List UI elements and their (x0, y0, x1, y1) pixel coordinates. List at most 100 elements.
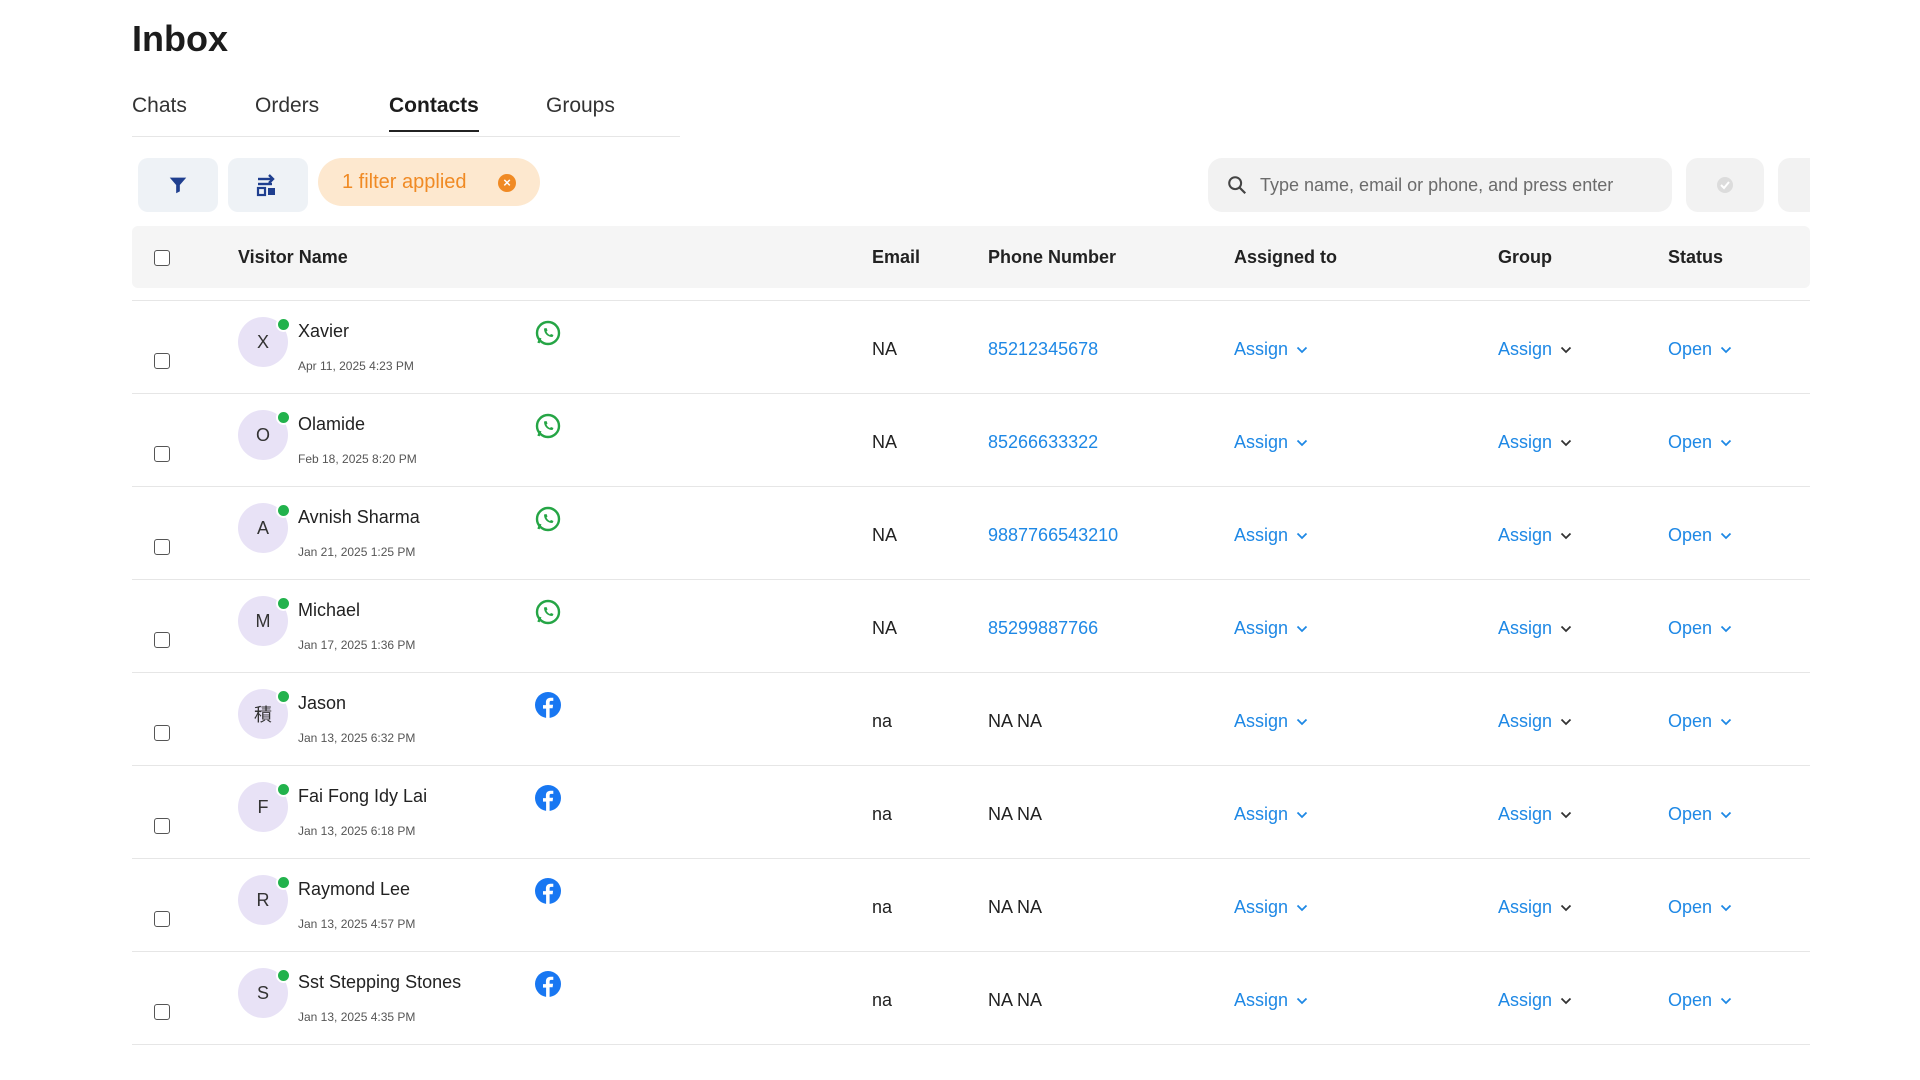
visitor-name[interactable]: Jason (298, 693, 346, 714)
filter-button[interactable] (138, 158, 218, 212)
filter-icon (169, 177, 187, 194)
facebook-icon[interactable] (534, 970, 562, 998)
row-checkbox[interactable] (154, 725, 170, 741)
assign-group-label: Assign (1498, 711, 1553, 731)
phone-value: NA NA (988, 711, 1043, 731)
table-row[interactable]: 積 Jason Jan 13, 2025 6:32 PM na NA NA Assign A… (132, 673, 1810, 766)
assign-agent-dropdown[interactable]: Assign (1234, 897, 1308, 918)
table-row[interactable]: S Sst Stepping Stones Jan 13, 2025 4:35 PM… (132, 952, 1810, 1045)
visitor-name[interactable]: Fai Fong Idy Lai (298, 786, 427, 807)
tab-contacts[interactable]: Contacts (389, 94, 479, 132)
chevron-down-icon (1560, 718, 1572, 725)
assign-agent-dropdown[interactable]: Assign (1234, 618, 1308, 639)
visitor-name[interactable]: Raymond Lee (298, 879, 410, 900)
table-row[interactable]: F Fai Fong Idy Lai Jan 13, 2025 6:18 PM na N… (132, 766, 1810, 859)
status-dropdown[interactable]: Open (1668, 339, 1732, 360)
contacts-table: Visitor Name Email Phone Number Assigned… (132, 226, 1810, 1045)
visitor-name[interactable]: Sst Stepping Stones (298, 972, 461, 993)
sort-icon (256, 174, 275, 197)
status-dropdown[interactable]: Open (1668, 897, 1732, 918)
row-checkbox[interactable] (154, 353, 170, 369)
status-dropdown[interactable]: Open (1668, 432, 1732, 453)
chevron-down-icon (1560, 346, 1572, 353)
email-value: NA (872, 432, 898, 452)
assign-agent-label: Assign (1234, 711, 1289, 731)
assign-group-dropdown[interactable]: Assign (1498, 432, 1572, 453)
filter-applied-chip[interactable]: 1 filter applied × (318, 158, 540, 206)
more-actions-button[interactable] (1778, 158, 1810, 212)
assign-agent-dropdown[interactable]: Assign (1234, 711, 1308, 732)
visitor-name[interactable]: Avnish Sharma (298, 507, 420, 528)
facebook-icon[interactable] (534, 784, 562, 812)
whatsapp-icon[interactable] (534, 505, 562, 533)
chevron-down-icon (1296, 439, 1308, 446)
assign-group-dropdown[interactable]: Assign (1498, 990, 1572, 1011)
tab-groups[interactable]: Groups (546, 94, 615, 130)
mark-read-button[interactable] (1686, 158, 1764, 212)
visitor-name[interactable]: Michael (298, 600, 360, 621)
chevron-down-icon (1560, 997, 1572, 1004)
status-dropdown[interactable]: Open (1668, 990, 1732, 1011)
status-dropdown[interactable]: Open (1668, 525, 1732, 546)
status-label: Open (1668, 618, 1713, 638)
row-checkbox[interactable] (154, 632, 170, 648)
assign-agent-dropdown[interactable]: Assign (1234, 990, 1308, 1011)
phone-value[interactable]: 85299887766 (988, 618, 1098, 639)
assign-group-dropdown[interactable]: Assign (1498, 711, 1572, 732)
row-checkbox[interactable] (154, 1004, 170, 1020)
row-checkbox[interactable] (154, 911, 170, 927)
sort-button[interactable] (228, 158, 308, 212)
assign-group-dropdown[interactable]: Assign (1498, 804, 1572, 825)
last-activity-date: Jan 17, 2025 1:36 PM (298, 638, 416, 652)
status-label: Open (1668, 897, 1713, 917)
chevron-down-icon (1296, 532, 1308, 539)
online-status-dot (276, 968, 291, 983)
assign-agent-dropdown[interactable]: Assign (1234, 525, 1308, 546)
assign-agent-dropdown[interactable]: Assign (1234, 804, 1308, 825)
table-row[interactable]: A Avnish Sharma Jan 21, 2025 1:25 PM NA 9887… (132, 487, 1810, 580)
facebook-icon[interactable] (534, 691, 562, 719)
row-checkbox[interactable] (154, 818, 170, 834)
table-row[interactable]: R Raymond Lee Jan 13, 2025 4:57 PM na NA NA A… (132, 859, 1810, 952)
assign-agent-dropdown[interactable]: Assign (1234, 339, 1308, 360)
phone-value[interactable]: 85212345678 (988, 339, 1098, 360)
status-dropdown[interactable]: Open (1668, 618, 1732, 639)
avatar-initial: X (256, 331, 269, 352)
whatsapp-icon[interactable] (534, 319, 562, 347)
assign-group-dropdown[interactable]: Assign (1498, 897, 1572, 918)
chevron-down-icon (1296, 625, 1308, 632)
facebook-icon[interactable] (534, 877, 562, 905)
row-checkbox[interactable] (154, 446, 170, 462)
tab-orders[interactable]: Orders (255, 94, 319, 130)
status-dropdown[interactable]: Open (1668, 804, 1732, 825)
phone-value[interactable]: 9887766543210 (988, 525, 1118, 546)
select-all-checkbox[interactable] (154, 250, 170, 266)
visitor-name[interactable]: Olamide (298, 414, 365, 435)
tab-chats[interactable]: Chats (132, 94, 187, 130)
online-status-dot (276, 317, 291, 332)
email-value: na (872, 990, 893, 1010)
phone-value[interactable]: 85266633322 (988, 432, 1098, 453)
whatsapp-icon[interactable] (534, 598, 562, 626)
clear-filter-icon[interactable]: × (498, 174, 516, 192)
status-dropdown[interactable]: Open (1668, 711, 1732, 732)
assign-agent-dropdown[interactable]: Assign (1234, 432, 1308, 453)
avatar-initial: S (256, 982, 269, 1003)
search-input[interactable] (1258, 173, 1662, 197)
table-row[interactable]: O Olamide Feb 18, 2025 8:20 PM NA 8526663332… (132, 394, 1810, 487)
phone-value: NA NA (988, 990, 1043, 1010)
assign-group-label: Assign (1498, 339, 1553, 359)
assign-group-dropdown[interactable]: Assign (1498, 525, 1572, 546)
status-label: Open (1668, 339, 1713, 359)
assign-group-label: Assign (1498, 432, 1553, 452)
assign-group-dropdown[interactable]: Assign (1498, 339, 1572, 360)
assign-group-dropdown[interactable]: Assign (1498, 618, 1572, 639)
visitor-name[interactable]: Xavier (298, 321, 349, 342)
header-visitor-name: Visitor Name (238, 247, 348, 267)
header-divider (132, 288, 1810, 301)
whatsapp-icon[interactable] (534, 412, 562, 440)
table-row[interactable]: M Michael Jan 17, 2025 1:36 PM NA 8529988776… (132, 580, 1810, 673)
check-circle-icon (1717, 177, 1733, 193)
row-checkbox[interactable] (154, 539, 170, 555)
table-row[interactable]: X Xavier Apr 11, 2025 4:23 PM NA 85212345678… (132, 301, 1810, 394)
